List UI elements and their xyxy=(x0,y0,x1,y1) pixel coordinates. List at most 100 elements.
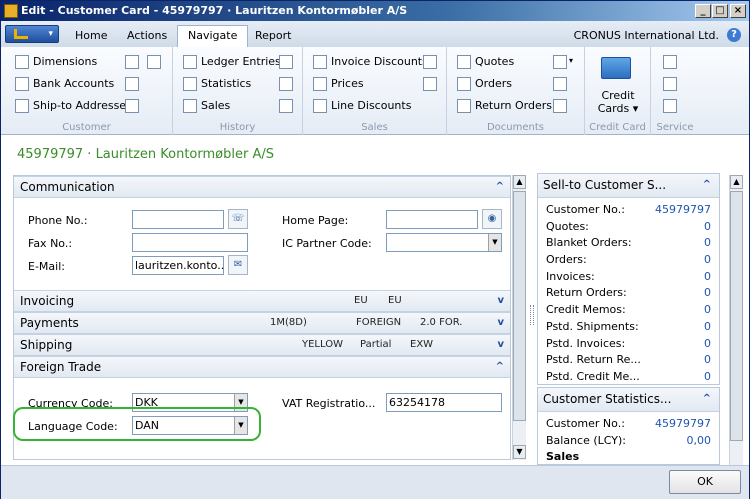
send-email-icon[interactable]: ✉ xyxy=(228,255,248,275)
service-item-icon[interactable] xyxy=(663,55,677,69)
edit-icon[interactable] xyxy=(147,55,161,69)
return-orders-button[interactable]: Return Orders xyxy=(457,97,552,115)
dimensions-button[interactable]: Dimensions xyxy=(15,53,97,71)
close-button[interactable]: × xyxy=(730,4,746,18)
maximize-button[interactable]: □ xyxy=(712,4,728,18)
service-contract-icon[interactable] xyxy=(663,77,677,91)
app-menu-button[interactable]: ▾ xyxy=(5,25,59,43)
tab-actions[interactable]: Actions xyxy=(117,27,177,47)
globe-icon[interactable]: ◉ xyxy=(482,209,502,229)
credit-cards-label-1[interactable]: Credit xyxy=(585,89,651,102)
tab-navigate[interactable]: Navigate xyxy=(177,25,249,47)
fax-field[interactable] xyxy=(132,233,248,252)
document-icon[interactable] xyxy=(553,99,567,113)
calendar-icon[interactable] xyxy=(423,77,437,91)
content-area: 45979797 · Lauritzen Kontormøbler A/S Co… xyxy=(1,135,749,465)
return-icon xyxy=(457,99,471,113)
group-label-credit-card: Credit Card xyxy=(589,122,646,133)
factbox-row: Orders: 0 xyxy=(546,253,711,267)
chevron-down-icon[interactable]: v xyxy=(497,291,504,311)
vat-registration-label: VAT Registratio... xyxy=(282,397,376,410)
fasttab-invoicing[interactable]: Invoicing EU EU v xyxy=(14,290,510,312)
credit-cards-label-2[interactable]: Cards ▾ xyxy=(585,102,651,115)
ship-to-icon xyxy=(15,99,29,113)
money-icon[interactable] xyxy=(279,77,293,91)
ribbon-group-documents: Quotes Orders Return Orders ▾ Documents xyxy=(447,47,585,135)
document-icon[interactable] xyxy=(553,55,567,69)
quote-icon xyxy=(457,55,471,69)
dimensions-icon xyxy=(15,55,29,69)
invoice-discounts-button[interactable]: Invoice Discounts xyxy=(313,53,428,71)
factbox-sell-to-header[interactable]: Sell-to Customer S... ^ xyxy=(538,174,719,198)
vat-registration-field[interactable]: 63254178 xyxy=(386,393,502,412)
app-icon xyxy=(4,4,18,18)
footer-bar: OK xyxy=(1,465,749,499)
service-order-icon[interactable] xyxy=(663,99,677,113)
dropdown-arrow-icon[interactable]: ▼ xyxy=(488,234,501,251)
ledger-icon xyxy=(183,55,197,69)
chevron-down-icon[interactable]: v xyxy=(497,335,504,355)
ribbon-group-customer: Dimensions Bank Accounts Ship-to Address… xyxy=(1,47,173,135)
exchange-icon[interactable] xyxy=(125,77,139,91)
tab-home[interactable]: Home xyxy=(65,27,117,47)
minimize-button[interactable]: _ xyxy=(695,4,711,18)
list-icon[interactable] xyxy=(279,99,293,113)
chevron-down-icon[interactable]: v xyxy=(497,313,504,333)
bank-icon xyxy=(15,77,29,91)
scroll-thumb[interactable] xyxy=(513,191,526,421)
chart-icon[interactable] xyxy=(279,55,293,69)
prices-button[interactable]: Prices xyxy=(313,75,364,93)
chevron-up-icon[interactable]: ^ xyxy=(703,174,711,196)
percent-icon[interactable] xyxy=(423,55,437,69)
contact-icon[interactable] xyxy=(125,99,139,113)
fasttab-payments[interactable]: Payments 1M(8D) FOREIGN 2.0 FOR. v xyxy=(14,312,510,334)
scroll-down-icon[interactable]: ▼ xyxy=(513,445,526,459)
factbox-scrollbar[interactable]: ▲ xyxy=(729,175,743,465)
factbox-row: Credit Memos: 0 xyxy=(546,303,711,317)
chevron-up-icon[interactable]: ^ xyxy=(496,177,504,197)
statistics-icon xyxy=(183,77,197,91)
ribbon-group-credit-card: Credit Cards ▾ Credit Card xyxy=(585,47,651,135)
route-icon[interactable] xyxy=(125,55,139,69)
phone-field[interactable] xyxy=(132,210,224,229)
factbox-stats-header[interactable]: Customer Statistics... ^ xyxy=(538,388,719,412)
fasttab-communication[interactable]: Communication ^ xyxy=(14,176,510,198)
fasttab-foreign-trade[interactable]: Foreign Trade ^ xyxy=(14,356,510,378)
fax-label: Fax No.: xyxy=(28,237,73,250)
language-code-highlight xyxy=(13,407,261,441)
order-icon xyxy=(457,77,471,91)
homepage-field[interactable] xyxy=(386,210,478,229)
chevron-up-icon[interactable]: ^ xyxy=(703,388,711,410)
main-scrollbar[interactable]: ▲ ▼ xyxy=(512,175,526,460)
quotes-button[interactable]: Quotes xyxy=(457,53,514,71)
ledger-entries-button[interactable]: Ledger Entries xyxy=(183,53,281,71)
factbox-row: Blanket Orders: 0 xyxy=(546,236,711,250)
tab-report[interactable]: Report xyxy=(245,27,301,47)
chevron-up-icon[interactable]: ^ xyxy=(496,357,504,377)
scroll-up-icon[interactable]: ▲ xyxy=(730,175,743,189)
line-discounts-button[interactable]: Line Discounts xyxy=(313,97,411,115)
credit-card-icon[interactable] xyxy=(601,57,631,79)
orders-button[interactable]: Orders xyxy=(457,75,512,93)
phone-call-icon[interactable]: ☏ xyxy=(228,209,248,229)
fasttab-shipping[interactable]: Shipping YELLOW Partial EXW v xyxy=(14,334,510,356)
ic-partner-field[interactable]: ▼ xyxy=(386,233,502,252)
phone-label: Phone No.: xyxy=(28,214,88,227)
splitter-grip[interactable] xyxy=(530,305,534,325)
chevron-down-icon[interactable]: ▾ xyxy=(569,56,573,65)
factbox-row: Pstd. Invoices: 0 xyxy=(546,336,711,350)
email-field[interactable]: lauritzen.konto... xyxy=(132,256,224,275)
homepage-label: Home Page: xyxy=(282,214,349,227)
line-discount-icon xyxy=(313,99,327,113)
company-name: CRONUS International Ltd. xyxy=(573,29,719,42)
scroll-thumb[interactable] xyxy=(730,191,743,441)
ship-to-addresses-button[interactable]: Ship-to Addresses xyxy=(15,97,132,115)
scroll-up-icon[interactable]: ▲ xyxy=(513,175,526,189)
statistics-button[interactable]: Statistics xyxy=(183,75,251,93)
help-icon[interactable]: ? xyxy=(727,28,741,42)
bank-accounts-button[interactable]: Bank Accounts xyxy=(15,75,114,93)
ribbon-group-sales: Invoice Discounts Prices Line Discounts … xyxy=(303,47,447,135)
document-icon[interactable] xyxy=(553,77,567,91)
ok-button[interactable]: OK xyxy=(669,470,741,494)
sales-history-button[interactable]: Sales xyxy=(183,97,230,115)
